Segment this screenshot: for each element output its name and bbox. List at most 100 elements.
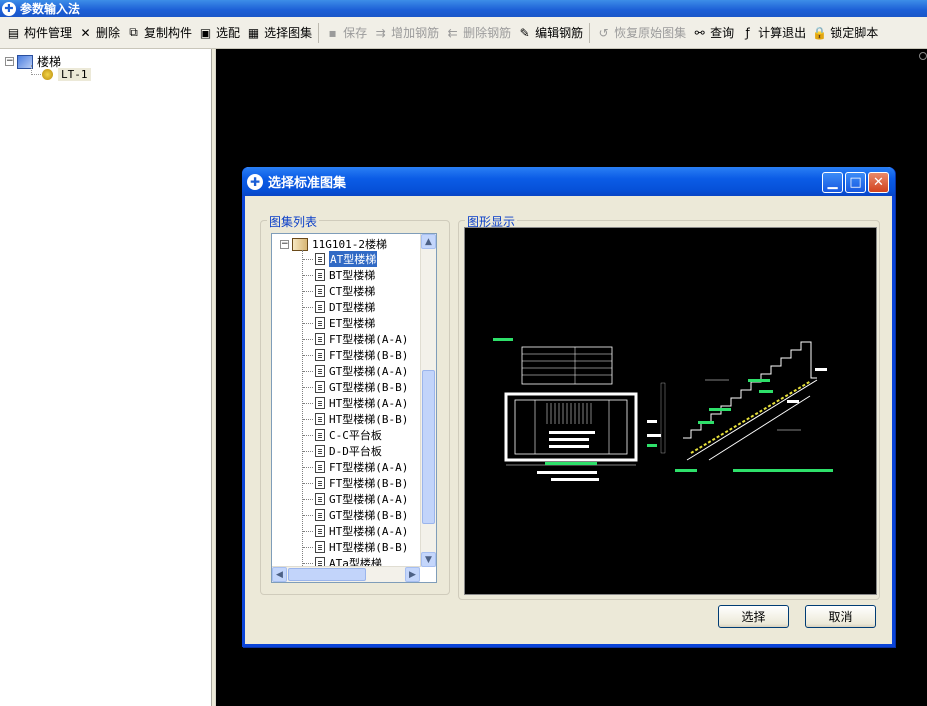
collapse-icon[interactable]: −	[5, 57, 14, 66]
toolbar-button-4[interactable]: ▦ 选择图集	[243, 21, 315, 45]
maximize-button[interactable]: □	[845, 172, 866, 193]
toolbar-button-label: 删除	[96, 26, 121, 40]
tree-connector	[303, 274, 313, 276]
app-title-bar: ✚ 参数输入法	[0, 0, 927, 17]
toolbar-button-label: 增加钢筋	[391, 26, 440, 40]
tree-connector	[303, 322, 313, 324]
toolbar-separator	[589, 22, 591, 43]
toolbar-button-2[interactable]: ⧉ 复制构件	[123, 21, 195, 45]
toolbar-button-label: 选配	[216, 26, 241, 40]
dialog-title-bar[interactable]: ✚ 选择标准图集 ▁ □ ✕	[242, 167, 895, 196]
scroll-thumb[interactable]	[422, 370, 435, 524]
atlas-list-item-label: GT型楼梯(A-A)	[329, 365, 409, 378]
tree-connector	[303, 530, 313, 532]
scroll-down-icon[interactable]: ▼	[421, 552, 436, 567]
toolbar-button-label: 恢复原始图集	[614, 26, 687, 40]
atlas-list-item[interactable]: HT型楼梯(A-A)	[303, 523, 408, 539]
atlas-list-item[interactable]: DT型楼梯	[303, 299, 375, 315]
toolbar-button-label: 保存	[343, 26, 368, 40]
atlas-list-item[interactable]: GT型楼梯(B-B)	[303, 507, 408, 523]
scroll-up-icon[interactable]: ▲	[421, 234, 436, 249]
atlas-list-item[interactable]: HT型楼梯(A-A)	[303, 395, 408, 411]
minimize-button[interactable]: ▁	[822, 172, 843, 193]
add-rebar-icon: ⇉	[375, 25, 386, 40]
atlas-list-label: 图集列表	[267, 213, 320, 230]
atlas-root-label: 11G101-2楼梯	[312, 238, 387, 251]
toolbar-button-label: 删除钢筋	[463, 26, 512, 40]
toolbar-button-label: 计算退出	[758, 26, 807, 40]
document-icon	[315, 477, 325, 489]
tree-connector	[303, 466, 313, 468]
atlas-list-item[interactable]: BT型楼梯	[303, 267, 375, 283]
tree-node-lt1[interactable]: LT-1	[42, 68, 91, 81]
tree-connector	[303, 418, 313, 420]
select-button[interactable]: 选择	[718, 605, 789, 628]
toolbar-button-5[interactable]: ▪ 保存	[322, 21, 370, 45]
save-icon: ▪	[328, 25, 337, 40]
atlas-list-item[interactable]: D-D平台板	[303, 443, 382, 459]
list-vertical-scrollbar[interactable]: ▲ ▼	[420, 234, 436, 567]
hscroll-thumb[interactable]	[288, 568, 366, 581]
atlas-list-item-label: HT型楼梯(A-A)	[329, 525, 409, 538]
scroll-right-icon[interactable]: ▶	[405, 567, 420, 582]
toolbar-button-3[interactable]: ▣ 选配	[195, 21, 243, 45]
stair-drawing	[493, 338, 833, 481]
cancel-button[interactable]: 取消	[805, 605, 876, 628]
toolbar-button-12[interactable]: 🔒 锁定脚本	[809, 21, 881, 45]
toolbar-button-label: 构件管理	[24, 26, 73, 40]
document-icon	[315, 253, 325, 265]
atlas-list-item[interactable]: FT型楼梯(B-B)	[303, 347, 408, 363]
atlas-list-item[interactable]: FT型楼梯(A-A)	[303, 331, 408, 347]
scroll-left-icon[interactable]: ◀	[272, 567, 287, 582]
toolbar-button-10[interactable]: ⚯ 查询	[689, 21, 737, 45]
document-icon	[315, 381, 325, 393]
dialog-title: 选择标准图集	[268, 176, 347, 191]
toolbar-button-6[interactable]: ⇉ 增加钢筋	[370, 21, 442, 45]
atlas-list-item-label: BT型楼梯	[329, 269, 376, 282]
tree-connector	[303, 450, 313, 452]
tree-connector	[303, 370, 313, 372]
atlas-list-item[interactable]: FT型楼梯(B-B)	[303, 475, 408, 491]
atlas-list[interactable]: − 11G101-2楼梯 AT型楼梯 BT型楼梯 CT型楼梯 DT型楼梯 ET型楼梯 FT…	[271, 233, 437, 583]
close-button[interactable]: ✕	[868, 172, 889, 193]
atlas-list-item-label: FT型楼梯(A-A)	[329, 461, 409, 474]
toolbar-button-8[interactable]: ✎ 编辑钢筋	[514, 21, 586, 45]
toolbar-button-11[interactable]: ƒ 计算退出	[737, 21, 809, 45]
tree-connector	[303, 498, 313, 500]
tree-connector	[303, 258, 313, 260]
tree-connector	[303, 514, 313, 516]
document-icon	[315, 525, 325, 537]
atlas-list-item-label: C-C平台板	[329, 429, 382, 442]
atlas-list-item[interactable]: HT型楼梯(B-B)	[303, 411, 408, 427]
document-icon	[315, 301, 325, 313]
atlas-list-item[interactable]: CT型楼梯	[303, 283, 375, 299]
atlas-icon: ▦	[247, 25, 260, 40]
atlas-list-item[interactable]: GT型楼梯(A-A)	[303, 363, 408, 379]
atlas-list-item[interactable]: ET型楼梯	[303, 315, 375, 331]
atlas-list-item[interactable]: FT型楼梯(A-A)	[303, 459, 408, 475]
toolbar-button-9[interactable]: ↺ 恢复原始图集	[593, 21, 689, 45]
toolbar-button-label: 编辑钢筋	[535, 26, 584, 40]
atlas-list-item[interactable]: HT型楼梯(B-B)	[303, 539, 408, 555]
toolbar-button-1[interactable]: ✕ 删除	[75, 21, 123, 45]
atlas-list-item-label: HT型楼梯(A-A)	[329, 397, 409, 410]
list-horizontal-scrollbar[interactable]: ◀ ▶	[272, 566, 420, 582]
atlas-list-item[interactable]: C-C平台板	[303, 427, 382, 443]
tree-connector	[303, 562, 313, 564]
atlas-list-item[interactable]: GT型楼梯(A-A)	[303, 491, 408, 507]
tree-connector	[303, 546, 313, 548]
atlas-list-item-label: ET型楼梯	[329, 317, 376, 330]
tree-connector	[303, 338, 313, 340]
atlas-list-item-label: CT型楼梯	[329, 285, 376, 298]
restore-icon: ↺	[598, 25, 609, 40]
toolbar-button-7[interactable]: ⇇ 删除钢筋	[442, 21, 514, 45]
toolbar-button-0[interactable]: ▤ 构件管理	[3, 21, 75, 45]
atlas-list-item[interactable]: AT型楼梯	[303, 251, 378, 267]
collapse-icon[interactable]: −	[280, 239, 289, 249]
atlas-preview	[464, 227, 877, 595]
atlas-root-node[interactable]: − 11G101-2楼梯	[280, 236, 387, 252]
atlas-list-item[interactable]: GT型楼梯(B-B)	[303, 379, 408, 395]
toolbar-button-label: 查询	[710, 26, 735, 40]
delete-rebar-icon: ⇇	[447, 25, 458, 40]
document-icon	[315, 349, 325, 361]
